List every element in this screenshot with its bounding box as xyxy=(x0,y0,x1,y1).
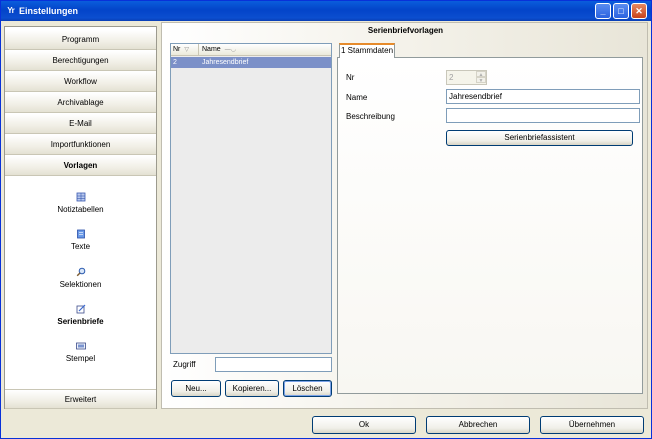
sidebar-item-berechtigungen[interactable]: Berechtigungen xyxy=(5,51,156,71)
list-header: Nr ▽ Name —◡ xyxy=(171,44,331,56)
window-title: Einstellungen xyxy=(19,6,79,16)
letter-icon xyxy=(76,304,86,314)
ok-button[interactable]: Ok xyxy=(312,416,416,434)
panel-title: Serienbriefvorlagen xyxy=(367,26,444,35)
column-header-nr[interactable]: Nr ▽ xyxy=(171,44,199,56)
magnifier-icon xyxy=(76,267,86,277)
text-icon xyxy=(77,229,85,239)
name-label: Name xyxy=(346,93,368,102)
settings-window: Yr Einstellungen _ □ ✕ Programm Berechti… xyxy=(0,0,652,439)
sidebar-subitem-notiztabellen[interactable]: Notiztabellen xyxy=(5,192,156,226)
cancel-button[interactable]: Abbrechen xyxy=(426,416,530,434)
serienbrief-panel: Serienbriefvorlagen Nr ▽ Name —◡ 2 Jahrese… xyxy=(161,22,648,409)
zugriff-input[interactable] xyxy=(215,357,332,372)
description-label: Beschreibung xyxy=(346,112,395,121)
app-logo-icon: Yr xyxy=(7,6,14,15)
close-button[interactable]: ✕ xyxy=(631,3,647,19)
nr-label: Nr xyxy=(346,73,355,82)
settings-sidebar: Programm Berechtigungen Workflow Archiva… xyxy=(4,26,157,409)
delete-button[interactable]: Löschen xyxy=(283,380,332,397)
sidebar-item-workflow[interactable]: Workflow xyxy=(5,72,156,92)
serienbrief-assistant-button[interactable]: Serienbriefassistent xyxy=(446,130,633,146)
sidebar-item-erweitert[interactable]: Erweitert xyxy=(5,389,156,409)
filter-icon: ▽ xyxy=(184,47,190,53)
sidebar-subitem-label: Texte xyxy=(70,242,91,251)
template-list[interactable]: Nr ▽ Name —◡ 2 Jahresendbrief xyxy=(170,43,332,354)
table-icon xyxy=(76,192,86,202)
sidebar-subitem-serienbriefe[interactable]: Serienbriefe xyxy=(5,304,156,338)
sidebar-subitem-label: Notiztabellen xyxy=(57,205,104,214)
column-header-name[interactable]: Name —◡ xyxy=(200,44,331,56)
client-area: Programm Berechtigungen Workflow Archiva… xyxy=(4,22,648,436)
minimize-button[interactable]: _ xyxy=(595,3,611,19)
sidebar-item-archivablage[interactable]: Archivablage xyxy=(5,93,156,113)
table-row[interactable]: 2 Jahresendbrief xyxy=(171,57,331,68)
apply-button[interactable]: Übernehmen xyxy=(540,416,644,434)
new-button[interactable]: Neu... xyxy=(171,380,221,397)
sidebar-subitem-label: Serienbriefe xyxy=(57,317,104,326)
name-field[interactable]: Jahresendbrief xyxy=(446,89,640,104)
nr-field: 2 ▲ ▼ xyxy=(446,70,487,85)
stepper-down-icon: ▼ xyxy=(476,77,486,84)
nr-stepper: ▲ ▼ xyxy=(476,71,486,84)
copy-button[interactable]: Kopieren... xyxy=(225,380,279,397)
column-header-name-label: Name xyxy=(202,46,221,53)
row-nr: 2 xyxy=(173,59,177,66)
sidebar-subitem-label: Selektionen xyxy=(59,280,102,289)
tab-stammdaten[interactable]: 1 Stammdaten xyxy=(339,43,395,58)
zugriff-label: Zugriff xyxy=(173,360,196,369)
sidebar-item-vorlagen[interactable]: Vorlagen xyxy=(5,156,156,176)
description-field[interactable] xyxy=(446,108,640,123)
title-bar: Yr Einstellungen _ □ ✕ xyxy=(1,1,651,21)
row-name: Jahresendbrief xyxy=(202,59,249,66)
sidebar-item-email[interactable]: E-Mail xyxy=(5,114,156,134)
nr-value: 2 xyxy=(449,73,454,82)
maximize-button[interactable]: □ xyxy=(613,3,629,19)
sidebar-item-programm[interactable]: Programm xyxy=(5,30,156,50)
sort-icon: —◡ xyxy=(224,47,236,53)
sidebar-item-importfunktionen[interactable]: Importfunktionen xyxy=(5,135,156,155)
stammdaten-tab-body: Nr 2 ▲ ▼ Name Jahresendbrief Beschreibun… xyxy=(337,57,643,394)
stamp-icon xyxy=(76,342,86,350)
column-header-nr-label: Nr xyxy=(173,46,181,53)
sidebar-subitem-texte[interactable]: Texte xyxy=(5,229,156,263)
sidebar-subitem-stempel[interactable]: Stempel xyxy=(5,341,156,375)
sidebar-subitem-label: Stempel xyxy=(65,354,96,363)
detail-tabs: 1 Stammdaten Nr 2 ▲ ▼ Name Jahresendbrie… xyxy=(337,43,643,394)
sidebar-subitem-selektionen[interactable]: Selektionen xyxy=(5,267,156,301)
